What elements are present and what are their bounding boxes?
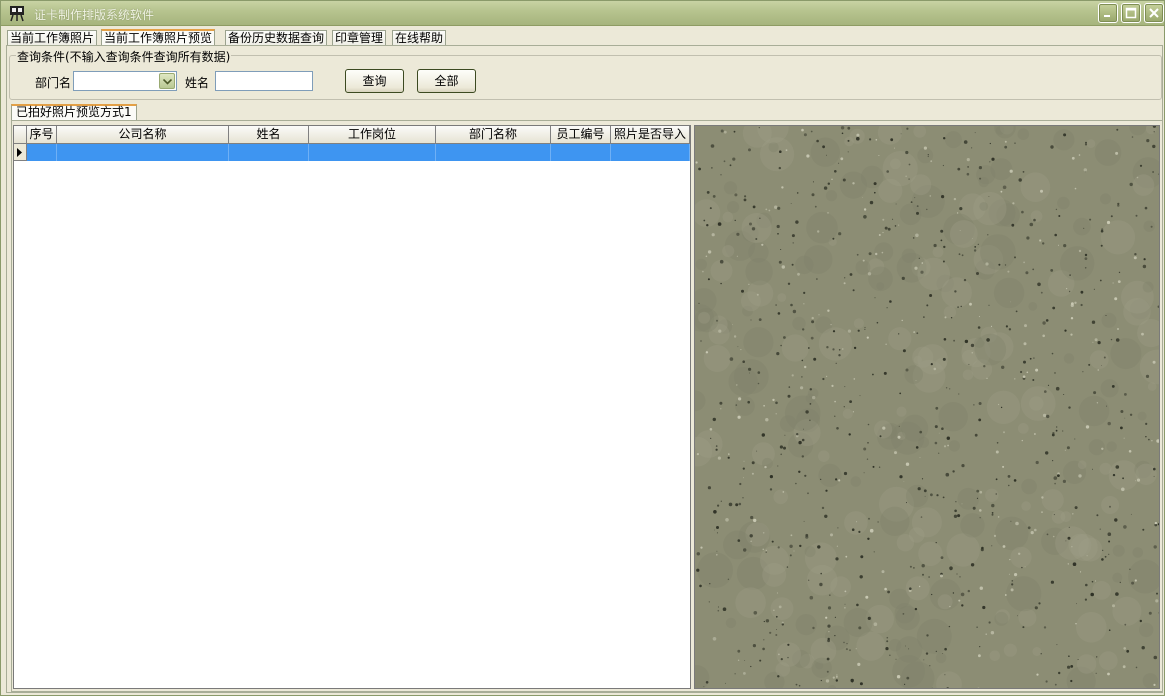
query-legend: 查询条件(不输入查询条件查询所有数据) bbox=[16, 48, 232, 65]
tab-online-help[interactable]: 在线帮助 bbox=[392, 30, 447, 46]
name-label: 姓名 bbox=[185, 76, 210, 90]
tab-photo-preview[interactable]: 当前工作簿照片预览 bbox=[101, 29, 216, 46]
dept-select[interactable] bbox=[73, 71, 177, 91]
cell-index[interactable] bbox=[27, 144, 57, 161]
dept-dropdown-button[interactable] bbox=[159, 73, 175, 89]
column-header-employee-id[interactable]: 员工编号 bbox=[551, 126, 611, 144]
header-indicator bbox=[14, 126, 27, 144]
cell-position[interactable] bbox=[309, 144, 436, 161]
name-input[interactable] bbox=[215, 71, 313, 91]
camera-icon bbox=[8, 4, 26, 22]
photo-data-grid[interactable]: 序号 公司名称 姓名 工作岗位 部门名称 员工编号 照片是否导入 bbox=[13, 125, 691, 689]
cell-name[interactable] bbox=[229, 144, 309, 161]
cell-department[interactable] bbox=[436, 144, 551, 161]
tab-history-query[interactable]: 备份历史数据查询 bbox=[225, 30, 328, 46]
table-row[interactable] bbox=[14, 144, 690, 161]
column-header-company[interactable]: 公司名称 bbox=[57, 126, 229, 144]
stone-texture-background bbox=[695, 126, 1159, 688]
dept-label: 部门名 bbox=[35, 76, 72, 90]
photo-preview-area bbox=[694, 125, 1160, 689]
tab-preview-mode-1[interactable]: 已拍好照片预览方式1 bbox=[11, 104, 137, 120]
column-header-department[interactable]: 部门名称 bbox=[436, 126, 551, 144]
window-title: 证卡制作排版系统软件 bbox=[34, 8, 155, 22]
row-indicator bbox=[14, 144, 27, 161]
title-bar[interactable]: 证卡制作排版系统软件 bbox=[1, 1, 1164, 26]
cell-company[interactable] bbox=[57, 144, 229, 161]
tab-seal-management[interactable]: 印章管理 bbox=[332, 30, 387, 46]
tab-current-photos[interactable]: 当前工作簿照片 bbox=[7, 30, 98, 46]
search-button[interactable]: 查询 bbox=[345, 69, 404, 93]
column-header-photo-imported[interactable]: 照片是否导入 bbox=[611, 126, 690, 144]
show-all-button[interactable]: 全部 bbox=[417, 69, 476, 93]
column-header-index[interactable]: 序号 bbox=[27, 126, 57, 144]
minimize-button[interactable] bbox=[1098, 3, 1118, 23]
column-header-position[interactable]: 工作岗位 bbox=[309, 126, 436, 144]
maximize-button[interactable] bbox=[1121, 3, 1141, 23]
column-header-name[interactable]: 姓名 bbox=[229, 126, 309, 144]
app-window: 证卡制作排版系统软件 当前工作簿照片 当前工作簿照片预览 备份历史数据查询 印章… bbox=[0, 0, 1165, 696]
close-button[interactable] bbox=[1144, 3, 1164, 23]
grid-header: 序号 公司名称 姓名 工作岗位 部门名称 员工编号 照片是否导入 bbox=[14, 126, 690, 144]
cell-employee-id[interactable] bbox=[551, 144, 611, 161]
cell-photo-imported[interactable] bbox=[611, 144, 690, 161]
